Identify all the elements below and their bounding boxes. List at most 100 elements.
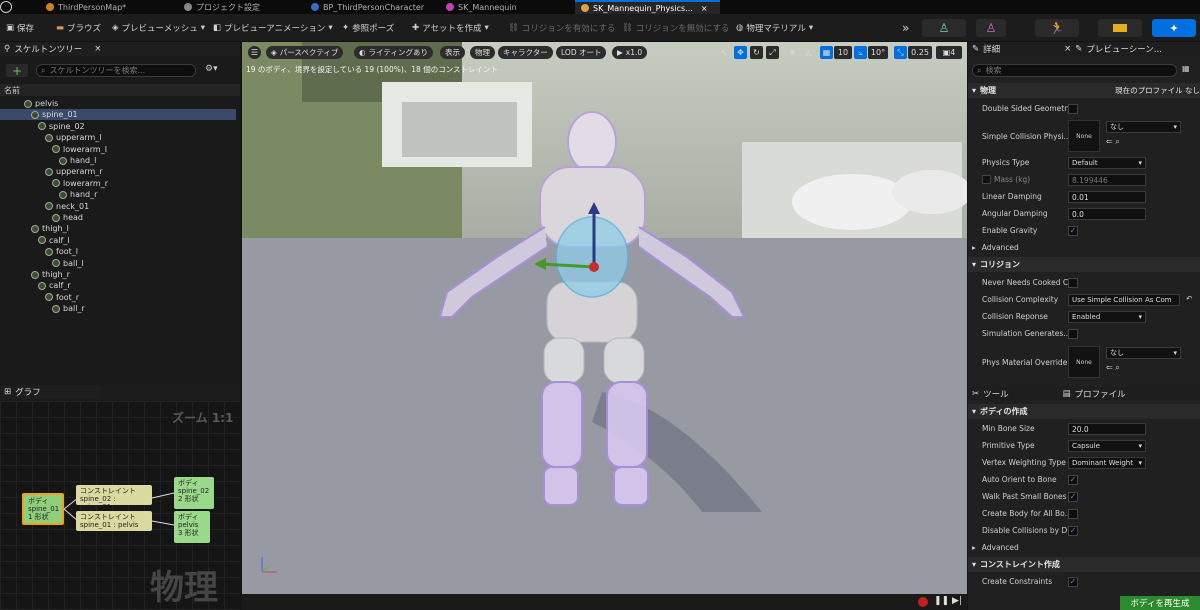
- grid-snap-icon[interactable]: ▦: [820, 46, 833, 59]
- tab-preview-scene[interactable]: プレビューシーン...: [1086, 43, 1162, 55]
- tab-bp-character[interactable]: BP_ThirdPersonCharacter: [305, 0, 424, 14]
- grid-view-icon[interactable]: ▦: [1182, 64, 1190, 73]
- surface-snap-icon[interactable]: ◬: [802, 46, 815, 59]
- tab-third-person-map[interactable]: ThirdPersonMap*: [40, 0, 126, 14]
- disable-collisions-checkbox[interactable]: ✓: [1068, 525, 1078, 536]
- camera-speed-button[interactable]: ▣ 4: [936, 46, 962, 59]
- animation-mode-button[interactable]: 🏃: [1035, 19, 1079, 37]
- tab-profile[interactable]: プロファイル: [1075, 388, 1126, 400]
- graph-node-body-spine02[interactable]: ボディ spine_02 2 形状: [174, 477, 214, 509]
- constraint-section-header[interactable]: ▾ コンストレイント作成: [968, 557, 1200, 572]
- preview-animation-button[interactable]: ◧ プレビューアニメーション ▾: [213, 21, 333, 35]
- physics-mode-button[interactable]: ✦: [1152, 19, 1196, 37]
- bone-row[interactable]: calf_l: [0, 235, 236, 246]
- rotation-snap-icon[interactable]: ⦣: [854, 46, 867, 59]
- collision-response-dropdown[interactable]: Enabled ▾: [1068, 311, 1146, 323]
- mass-input[interactable]: 8.199446: [1068, 174, 1146, 186]
- unreal-logo-icon[interactable]: [0, 0, 14, 14]
- double-sided-checkbox[interactable]: [1068, 103, 1078, 114]
- bone-row[interactable]: spine_02: [0, 121, 236, 132]
- linear-damping-input[interactable]: 0.01: [1068, 191, 1146, 203]
- tab-sk-mannequin[interactable]: SK_Mannequin: [440, 0, 517, 14]
- advanced-row[interactable]: ▸ Advanced: [968, 239, 1200, 256]
- collision-material-thumbnail[interactable]: None: [1068, 120, 1100, 152]
- bone-row[interactable]: pelvis: [0, 98, 236, 109]
- browse-arrow-icon[interactable]: ⇐ ⌕: [1106, 363, 1120, 373]
- blueprint-mode-button[interactable]: [1098, 19, 1142, 37]
- bone-row[interactable]: lowerarm_l: [0, 144, 236, 155]
- browse-arrow-icon[interactable]: ⇐ ⌕: [1106, 137, 1120, 147]
- regenerate-bodies-button[interactable]: ボディを再生成: [1120, 596, 1200, 610]
- translate-icon[interactable]: ✥: [734, 46, 747, 59]
- close-tab-icon[interactable]: ×: [701, 4, 708, 13]
- bone-row[interactable]: foot_l: [0, 246, 236, 257]
- grid-snap-value[interactable]: 10: [834, 46, 852, 59]
- mesh-mode-button[interactable]: ♙: [976, 19, 1006, 37]
- skeleton-mode-button[interactable]: ♙: [922, 19, 966, 37]
- body-creation-section-header[interactable]: ▾ ボディの作成: [968, 404, 1200, 419]
- playback-speed-button[interactable]: ▶ x1.0: [612, 46, 648, 59]
- tab-tools[interactable]: ツール: [983, 388, 1009, 400]
- lighting-button[interactable]: ◐ ライティングあり: [354, 46, 433, 59]
- vertex-weighting-dropdown[interactable]: Dominant Weight ▾: [1068, 457, 1146, 469]
- create-asset-button[interactable]: ✚ アセットを作成 ▾: [412, 21, 489, 35]
- add-button[interactable]: +: [6, 64, 28, 78]
- bone-row[interactable]: thigh_r: [0, 269, 236, 280]
- browse-button[interactable]: ▬ ブラウズ: [56, 21, 101, 35]
- phys-material-thumbnail[interactable]: None: [1068, 346, 1100, 378]
- viewport[interactable]: ☰ ◈ パースペクティブ ◐ ライティングあり 表示 物理 キャラクター LOD オ…: [242, 42, 967, 594]
- bone-row[interactable]: foot_r: [0, 292, 236, 303]
- expand-toolbar-icon[interactable]: »: [902, 21, 909, 35]
- physics-type-dropdown[interactable]: Default ▾: [1068, 157, 1146, 169]
- mass-override-checkbox[interactable]: [982, 175, 991, 184]
- graph-node-body-pelvis[interactable]: ボディ pelvis 3 形状: [174, 511, 210, 543]
- create-body-all-checkbox[interactable]: [1068, 508, 1078, 519]
- rotation-snap-value[interactable]: 10°: [868, 46, 888, 59]
- simple-collision-dropdown[interactable]: なし ▾: [1106, 121, 1181, 133]
- record-icon[interactable]: [918, 597, 928, 607]
- skeleton-search-input[interactable]: ⌕ スケルトンツリーを検索...: [36, 64, 196, 77]
- disable-collision-button[interactable]: ⛓ コリジョンを無効にする: [622, 21, 729, 35]
- walk-past-checkbox[interactable]: ✓: [1068, 491, 1078, 502]
- reference-pose-button[interactable]: ✦ 参照ポーズ: [342, 21, 394, 35]
- physics-section-header[interactable]: ▾ 物理 現在のプロファイル なし: [968, 83, 1200, 98]
- character-button[interactable]: キャラクター: [498, 46, 553, 59]
- rotate-icon[interactable]: ↻: [750, 46, 763, 59]
- scale-snap-value[interactable]: 0.25: [908, 46, 932, 59]
- step-icon[interactable]: ▶|: [952, 596, 962, 606]
- tab-physics-asset[interactable]: SK_Mannequin_Physics... ×: [575, 0, 720, 14]
- bone-row[interactable]: upperarm_l: [0, 132, 236, 143]
- create-constraints-checkbox[interactable]: ✓: [1068, 576, 1078, 587]
- bone-row[interactable]: thigh_l: [0, 223, 236, 234]
- reset-arrow-icon[interactable]: ↶: [1186, 294, 1192, 303]
- bone-row[interactable]: ball_r: [0, 303, 236, 314]
- pause-icon[interactable]: ❚❚: [934, 596, 949, 606]
- graph-node-body-spine01[interactable]: ボディ spine_01 1 形状: [22, 493, 64, 525]
- lod-button[interactable]: LOD オート: [556, 46, 607, 59]
- scale-snap-icon[interactable]: ⤡: [894, 46, 907, 59]
- world-local-icon[interactable]: ⊕: [786, 46, 799, 59]
- bone-row[interactable]: calf_r: [0, 280, 236, 291]
- preview-mesh-button[interactable]: ◈ プレビューメッシュ ▾: [112, 21, 205, 35]
- bone-row[interactable]: upperarm_r: [0, 166, 236, 177]
- bone-row[interactable]: lowerarm_r: [0, 178, 236, 189]
- graph-node-constraint-pelvis[interactable]: コンストレイント spine_01 : pelvis: [76, 511, 152, 531]
- enable-collision-button[interactable]: ⛓ コリジョンを有効にする: [508, 21, 615, 35]
- physics-material-button[interactable]: ◍ 物理マテリアル ▾: [736, 21, 813, 35]
- bone-row[interactable]: head: [0, 212, 236, 223]
- auto-orient-checkbox[interactable]: ✓: [1068, 474, 1078, 485]
- min-bone-size-input[interactable]: 20.0: [1068, 423, 1146, 435]
- tab-project-settings[interactable]: プロジェクト設定: [178, 0, 260, 14]
- bone-row[interactable]: neck_01: [0, 201, 236, 212]
- never-needs-cooked-checkbox[interactable]: [1068, 277, 1078, 288]
- tools-advanced-row[interactable]: ▸ Advanced: [968, 539, 1200, 556]
- select-mode-icon[interactable]: ↖: [718, 46, 731, 59]
- enable-gravity-checkbox[interactable]: ✓: [1068, 225, 1078, 236]
- simulation-generates-checkbox[interactable]: [1068, 328, 1078, 339]
- scale-icon[interactable]: ⤢: [766, 46, 779, 59]
- close-panel-icon[interactable]: ×: [94, 44, 101, 54]
- bone-row[interactable]: hand_l: [0, 155, 236, 166]
- bone-row[interactable]: spine_01: [0, 109, 236, 121]
- settings-gear-icon[interactable]: ⚙▾: [205, 64, 218, 74]
- primitive-type-dropdown[interactable]: Capsule ▾: [1068, 440, 1146, 452]
